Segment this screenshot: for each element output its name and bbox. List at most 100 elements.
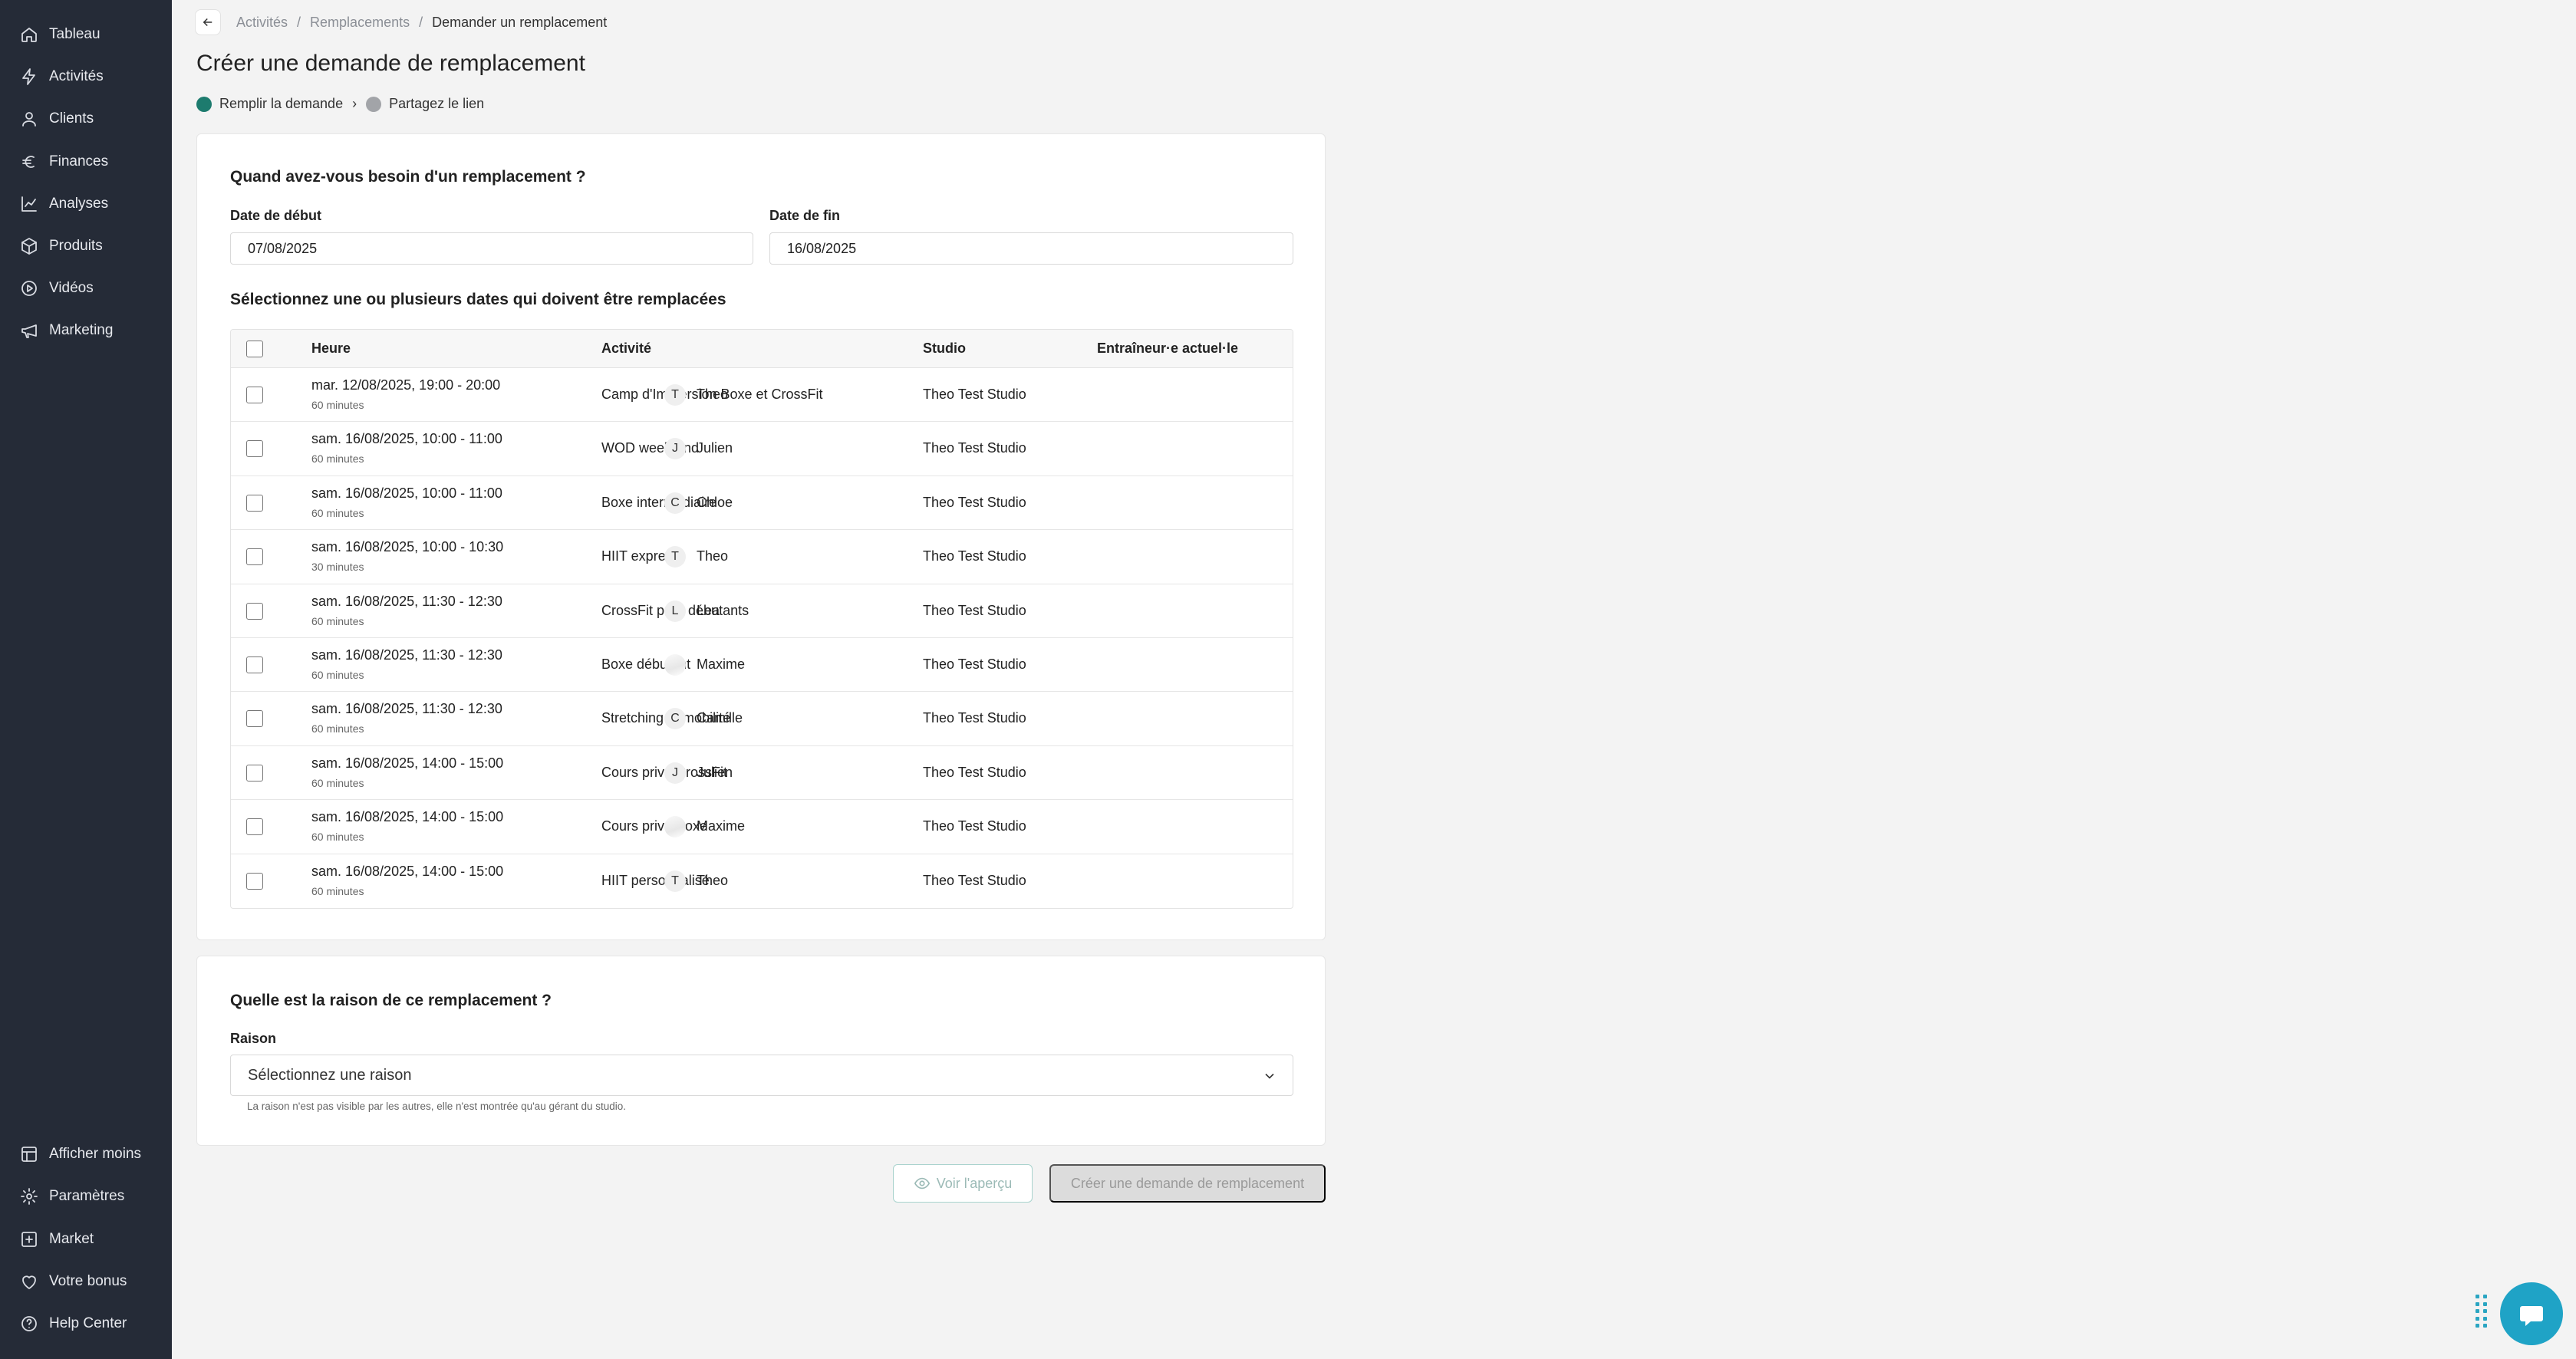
back-button[interactable] <box>195 9 221 35</box>
main-content: Activités / Remplacements / Demander un … <box>172 0 2576 1359</box>
table-row[interactable]: sam. 16/08/2025, 10:00 - 10:30 30 minutes… <box>231 530 1293 584</box>
session-studio: Theo Test Studio <box>923 548 1026 564</box>
table-row[interactable]: sam. 16/08/2025, 14:00 - 15:00 60 minutes… <box>231 854 1293 908</box>
trainer-name: Theo <box>697 872 729 888</box>
sidebar: Tableau Activités Clients Finances Analyses P… <box>0 0 172 1359</box>
session-duration: 30 minutes <box>311 561 364 574</box>
row-checkbox[interactable] <box>246 656 263 673</box>
end-date-label: Date de fin <box>769 208 841 223</box>
sidebar-item-marketing[interactable]: Marketing <box>20 315 113 346</box>
row-checkbox[interactable] <box>246 548 263 566</box>
reason-card: Quelle est la raison de ce remplacement … <box>196 956 1326 1146</box>
row-checkbox[interactable] <box>246 602 263 620</box>
session-duration: 60 minutes <box>311 399 364 411</box>
table-row[interactable]: sam. 16/08/2025, 14:00 - 15:00 60 minutes… <box>231 800 1293 854</box>
session-activity: Cours privé Boxe <box>601 818 708 834</box>
session-studio: Theo Test Studio <box>923 440 1026 456</box>
trainer-name: Maxime <box>697 818 746 834</box>
row-checkbox[interactable] <box>246 440 263 458</box>
session-studio: Theo Test Studio <box>923 818 1026 834</box>
breadcrumb-item-remplacements[interactable]: Remplacements <box>310 15 410 31</box>
step-separator: › <box>352 96 357 111</box>
table-row[interactable]: sam. 16/08/2025, 11:30 - 12:30 60 minutes… <box>231 638 1293 693</box>
session-time: mar. 12/08/2025, 19:00 - 20:00 <box>311 377 501 393</box>
sidebar-item-produits[interactable]: Produits <box>20 231 103 262</box>
dates-table-title: Sélectionnez une ou plusieurs dates qui … <box>230 291 726 308</box>
reason-hint: La raison n'est pas visible par les autr… <box>247 1101 627 1112</box>
session-time: sam. 16/08/2025, 10:00 - 11:00 <box>311 485 502 501</box>
sidebar-item-label: Help Center <box>49 1315 127 1332</box>
row-checkbox[interactable] <box>246 872 263 890</box>
chat-button[interactable] <box>2500 1282 2563 1345</box>
replacement-dates-card: Quand avez-vous besoin d'un remplacement… <box>196 133 1326 940</box>
breadcrumb-separator: / <box>419 14 423 30</box>
sidebar-item-label: Tableau <box>49 26 100 42</box>
sidebar-item-finances[interactable]: Finances <box>20 146 108 177</box>
breadcrumb-item-activites[interactable]: Activités <box>236 15 288 31</box>
page-title: Créer une demande de remplacement <box>196 51 585 76</box>
step-2-label: Partagez le lien <box>389 96 485 111</box>
sidebar-item-market[interactable]: Market <box>20 1224 94 1255</box>
trainer-name: Maxime <box>697 656 746 672</box>
table-row[interactable]: mar. 12/08/2025, 19:00 - 20:00 60 minutes… <box>231 368 1293 423</box>
sidebar-item-activit-s[interactable]: Activités <box>20 61 104 92</box>
session-duration: 60 minutes <box>311 884 364 897</box>
table-row[interactable]: sam. 16/08/2025, 10:00 - 11:00 60 minutes… <box>231 422 1293 476</box>
end-date-input[interactable]: 16/08/2025 <box>769 232 1293 265</box>
row-checkbox[interactable] <box>246 710 263 728</box>
session-time: sam. 16/08/2025, 14:00 - 15:00 <box>311 809 504 825</box>
preview-button[interactable]: Voir l'aperçu <box>893 1164 1033 1203</box>
select-all-checkbox[interactable] <box>246 341 263 357</box>
table-row[interactable]: sam. 16/08/2025, 11:30 - 12:30 60 minutes… <box>231 692 1293 746</box>
trainer-avatar: C <box>664 492 686 514</box>
heart-icon <box>22 1275 36 1289</box>
reason-title: Quelle est la raison de ce remplacement … <box>230 992 552 1009</box>
row-checkbox[interactable] <box>246 494 263 512</box>
table-body: mar. 12/08/2025, 19:00 - 20:00 60 minutes… <box>231 368 1293 908</box>
session-duration: 60 minutes <box>311 506 364 519</box>
help-icon <box>21 1316 37 1332</box>
trainer-avatar: T <box>664 384 686 406</box>
trainer-avatar: T <box>664 546 686 568</box>
sessions-table: Heure Activité Studio Entraîneur·e actue… <box>230 329 1293 909</box>
session-duration: 60 minutes <box>311 776 364 789</box>
table-row[interactable]: sam. 16/08/2025, 10:00 - 11:00 60 minutes… <box>231 476 1293 531</box>
sidebar-item-param-tres[interactable]: Paramètres <box>20 1181 124 1212</box>
sidebar-item-analyses[interactable]: Analyses <box>20 189 108 219</box>
start-date-input[interactable]: 07/08/2025 <box>230 232 753 265</box>
sidebar-item-afficher-moins[interactable]: Afficher moins <box>20 1139 141 1170</box>
chat-drag-handle[interactable] <box>2476 1295 2489 1328</box>
breadcrumb: Activités / Remplacements / Demander un … <box>195 9 607 35</box>
session-time: sam. 16/08/2025, 10:00 - 11:00 <box>311 431 502 447</box>
create-request-button[interactable]: Créer une demande de remplacement <box>1049 1164 1326 1203</box>
row-checkbox[interactable] <box>246 764 263 782</box>
sidebar-item-label: Analyses <box>49 195 109 212</box>
trainer-name: Camille <box>697 710 743 726</box>
reason-label: Raison <box>230 1031 277 1046</box>
session-duration: 60 minutes <box>311 452 364 466</box>
sidebar-item-clients[interactable]: Clients <box>20 104 94 134</box>
session-duration: 60 minutes <box>311 722 364 735</box>
trainer-name: Chloe <box>697 494 733 510</box>
table-row[interactable]: sam. 16/08/2025, 14:00 - 15:00 60 minutes… <box>231 746 1293 801</box>
user-icon <box>22 112 36 127</box>
session-time: sam. 16/08/2025, 11:30 - 12:30 <box>311 593 502 609</box>
session-time: sam. 16/08/2025, 14:00 - 15:00 <box>311 863 504 879</box>
sidebar-item-label: Market <box>49 1230 94 1247</box>
session-studio: Theo Test Studio <box>923 764 1026 780</box>
trainer-avatar <box>664 816 686 838</box>
session-studio: Theo Test Studio <box>923 710 1026 726</box>
session-studio: Theo Test Studio <box>923 602 1026 618</box>
session-studio: Theo Test Studio <box>923 387 1026 402</box>
sidebar-item-votre-bonus[interactable]: Votre bonus <box>20 1266 127 1297</box>
sidebar-item-label: Votre bonus <box>49 1272 127 1289</box>
row-checkbox[interactable] <box>246 387 263 403</box>
sidebar-item-help-center[interactable]: Help Center <box>20 1308 127 1339</box>
row-checkbox[interactable] <box>246 818 263 836</box>
sidebar-item-vid-os[interactable]: Vidéos <box>20 273 94 304</box>
table-row[interactable]: sam. 16/08/2025, 11:30 - 12:30 60 minutes… <box>231 584 1293 638</box>
header-time: Heure <box>311 341 351 356</box>
sidebar-item-tableau[interactable]: Tableau <box>20 19 100 50</box>
reason-select[interactable]: Sélectionnez une raison <box>230 1055 1293 1096</box>
sidebar-item-label: Clients <box>49 110 94 127</box>
